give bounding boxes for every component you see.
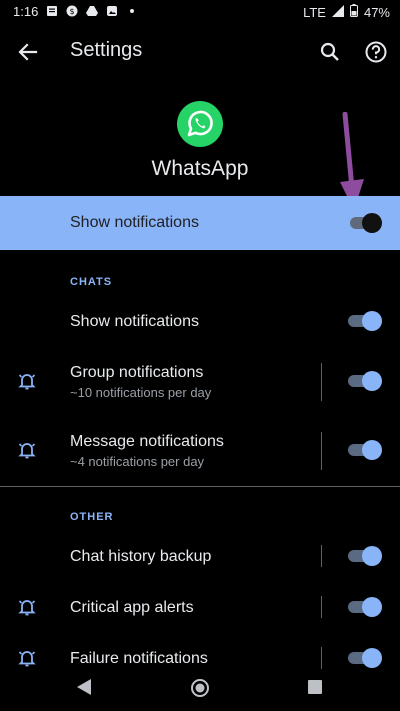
switch-thumb: [362, 546, 382, 566]
group-notifications-switch[interactable]: [346, 370, 384, 392]
system-status: LTE 47%: [303, 4, 390, 20]
dot-icon: [126, 5, 138, 17]
switch-thumb: [362, 440, 382, 460]
battery-icon: [349, 4, 358, 20]
row-subtitle: ~4 notifications per day: [70, 454, 205, 469]
network-label: LTE: [303, 4, 326, 20]
bell-icon: [16, 370, 38, 392]
switch-thumb: [362, 597, 382, 617]
switch-thumb: [362, 648, 382, 668]
bell-icon: [16, 439, 38, 461]
switch-thumb: [362, 371, 382, 391]
arrow-back-icon[interactable]: [14, 38, 42, 66]
failure-notifications-switch[interactable]: [346, 647, 384, 669]
help-icon[interactable]: [362, 38, 390, 66]
app-bar: Settings: [0, 24, 400, 80]
home-circle-icon[interactable]: [190, 678, 210, 698]
chats-show-notifications-switch[interactable]: [346, 310, 384, 332]
photos-icon: [106, 5, 118, 17]
master-show-notifications-label: Show notifications: [70, 214, 199, 231]
divider: [321, 596, 322, 618]
master-show-notifications-row[interactable]: Show notifications: [0, 196, 400, 250]
bell-icon: [16, 596, 38, 618]
page-title: Settings: [70, 39, 143, 61]
row-title: Failure notifications: [70, 650, 208, 667]
critical-app-alerts-row[interactable]: Critical app alerts: [0, 585, 400, 629]
section-divider: [0, 486, 400, 487]
section-header-chats: CHATS: [70, 276, 113, 288]
switch-thumb: [362, 311, 382, 331]
row-title: Group notifications: [70, 364, 204, 381]
status-time: 1:16: [13, 4, 39, 19]
chat-history-backup-row[interactable]: Chat history backup: [0, 535, 400, 579]
row-title: Message notifications: [70, 433, 224, 450]
chat-history-backup-switch[interactable]: [346, 545, 384, 567]
row-title: Critical app alerts: [70, 599, 194, 616]
svg-text:$: $: [69, 7, 74, 16]
divider: [321, 363, 322, 401]
battery-percent: 47%: [363, 4, 390, 20]
row-title: Chat history backup: [70, 548, 212, 565]
divider: [321, 647, 322, 669]
divider: [321, 432, 322, 470]
recents-square-icon[interactable]: [308, 680, 322, 694]
section-header-other: OTHER: [70, 511, 114, 523]
bell-icon: [16, 647, 38, 669]
search-icon[interactable]: [316, 38, 344, 66]
chats-show-notifications-row[interactable]: Show notifications: [0, 300, 400, 344]
back-triangle-icon[interactable]: [76, 678, 92, 696]
master-toggle-switch[interactable]: [348, 212, 384, 234]
message-icon: [46, 5, 58, 17]
system-nav-bar: [0, 668, 400, 711]
row-subtitle: ~10 notifications per day: [70, 385, 212, 400]
whatsapp-logo: [177, 101, 223, 147]
row-title: Show notifications: [70, 313, 199, 330]
switch-thumb: [362, 213, 382, 233]
message-notifications-switch[interactable]: [346, 439, 384, 461]
drive-icon: [86, 5, 98, 17]
dollar-icon: $: [66, 5, 78, 17]
status-bar: 1:16 $ LTE 47%: [0, 0, 400, 24]
group-notifications-row[interactable]: Group notifications ~10 notifications pe…: [0, 355, 400, 411]
notification-icons: $: [46, 5, 138, 17]
message-notifications-row[interactable]: Message notifications ~4 notifications p…: [0, 424, 400, 480]
signal-icon: [331, 4, 344, 20]
critical-app-alerts-switch[interactable]: [346, 596, 384, 618]
divider: [321, 545, 322, 567]
